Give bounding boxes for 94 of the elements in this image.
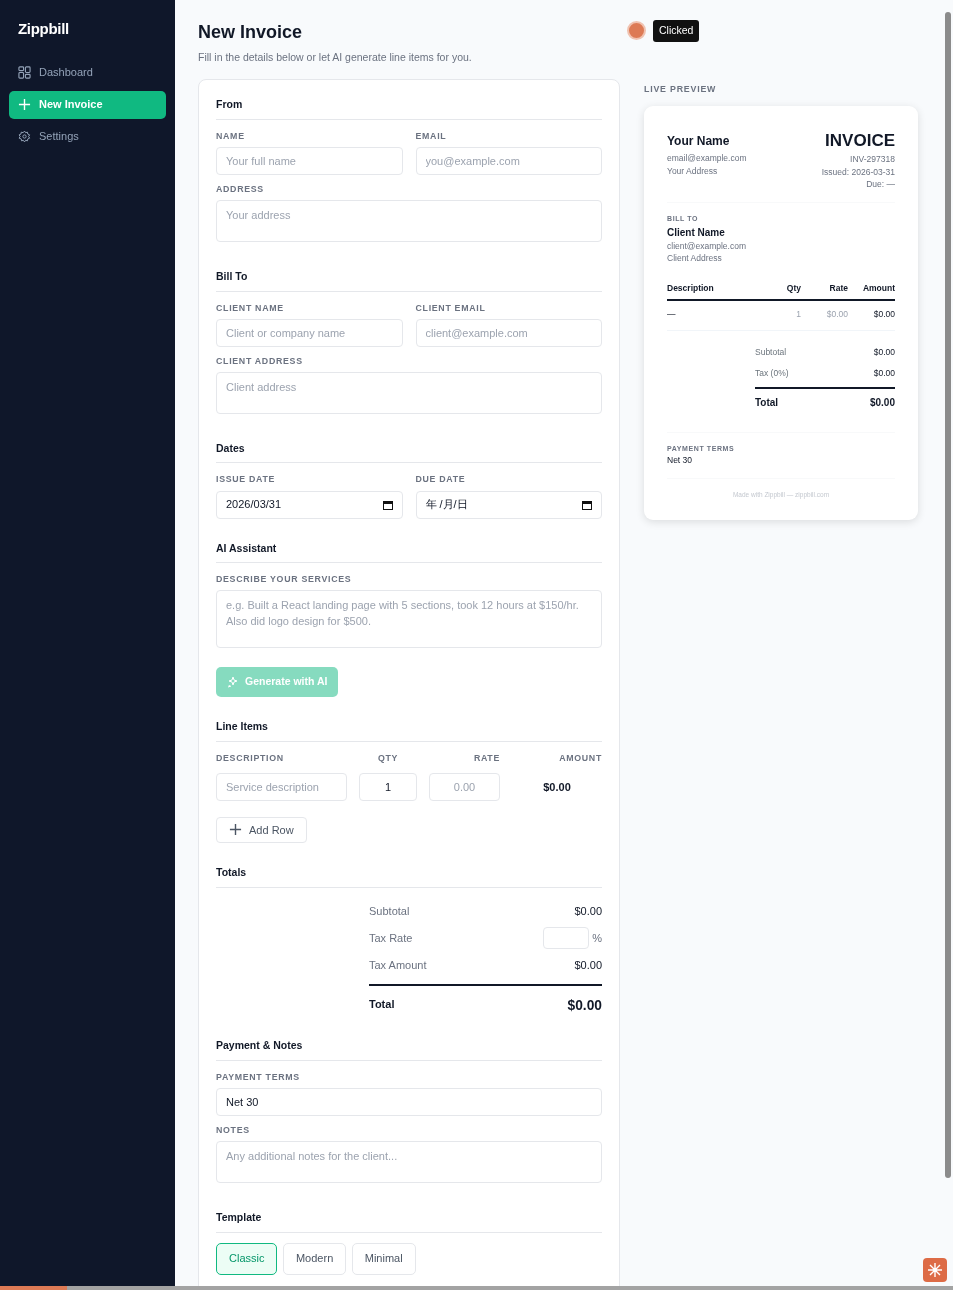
sidebar-item[interactable]: Settings bbox=[9, 122, 166, 151]
field-label: NAME bbox=[216, 130, 246, 144]
total-label: Tax Rate bbox=[369, 930, 413, 946]
scrollbar[interactable] bbox=[67, 1286, 953, 1290]
total-label: Tax Amount bbox=[369, 957, 427, 973]
field-label: CLIENT EMAIL bbox=[415, 301, 487, 315]
field-label: ISSUE DATE bbox=[216, 473, 277, 487]
column-header: Amount bbox=[861, 281, 895, 295]
text-area[interactable]: Any additional notes for the client... bbox=[216, 1141, 602, 1184]
scrollbar[interactable] bbox=[945, 12, 951, 1178]
column-header: AMOUNT bbox=[558, 751, 602, 765]
click-tooltip: Clicked bbox=[653, 20, 700, 42]
calendar-icon[interactable] bbox=[382, 499, 393, 510]
invoice-title: INVOICE bbox=[824, 131, 895, 151]
total-label: Total bbox=[369, 996, 395, 1012]
section-heading: Dates bbox=[216, 440, 602, 464]
issue-date: Issued: 2026-03-31 bbox=[821, 165, 895, 179]
plus-icon bbox=[18, 98, 31, 111]
date-field[interactable]: 年 /月/日 bbox=[415, 490, 602, 519]
field-label: CLIENT NAME bbox=[216, 301, 285, 315]
field-label: EMAIL bbox=[415, 130, 448, 144]
due-date: Due: — bbox=[865, 178, 895, 192]
total-label: Tax (0%) bbox=[755, 366, 789, 380]
section-heading: Line Items bbox=[216, 718, 602, 742]
field-label: DUE DATE bbox=[415, 473, 467, 487]
payment-terms: Net 30 bbox=[667, 454, 694, 467]
invoice-number: INV-297318 bbox=[849, 152, 895, 166]
sender-address: Your Address bbox=[667, 165, 719, 178]
total-label: Total bbox=[755, 395, 779, 410]
template-option[interactable]: Classic bbox=[216, 1242, 278, 1275]
total-value: $0.00 bbox=[873, 346, 895, 359]
table-cell-text: — bbox=[667, 308, 677, 322]
calendar-icon[interactable] bbox=[582, 499, 592, 510]
template-option[interactable]: Modern bbox=[282, 1242, 347, 1275]
section-label: LIVE PREVIEW bbox=[644, 83, 718, 97]
client-address: Client Address bbox=[667, 252, 723, 266]
sender-email: email@example.com bbox=[667, 152, 747, 166]
page-title: New Invoice bbox=[198, 22, 303, 44]
column-header: RATE bbox=[472, 751, 500, 765]
input-field[interactable]: Service description bbox=[216, 772, 347, 801]
total-value: $0.00 bbox=[574, 957, 602, 973]
field-label: NOTES bbox=[216, 1124, 251, 1138]
template-option[interactable]: Minimal bbox=[351, 1242, 416, 1275]
section-heading: Totals bbox=[216, 864, 602, 888]
total-label: Subtotal bbox=[369, 903, 410, 919]
brand-logo: Zippbill bbox=[18, 19, 70, 39]
total-label: Subtotal bbox=[755, 346, 787, 359]
sender-name: Your Name bbox=[667, 132, 731, 150]
input-field[interactable]: Net 30 bbox=[216, 1088, 602, 1117]
unit-label: % bbox=[592, 930, 602, 946]
table-cell-text: 1 bbox=[795, 308, 801, 322]
input-field[interactable]: 0.00 bbox=[429, 772, 500, 801]
amount-text: $0.00 bbox=[542, 779, 572, 795]
table-cell-text: $0.00 bbox=[825, 308, 848, 322]
client-email: client@example.com bbox=[667, 239, 748, 253]
field-label: ADDRESS bbox=[216, 183, 265, 197]
sparkle-icon bbox=[227, 675, 239, 688]
sparkle-icon[interactable] bbox=[923, 1258, 947, 1282]
add-row-button[interactable]: Add Row bbox=[216, 816, 307, 843]
column-header: QTY bbox=[376, 751, 400, 765]
page-subtitle: Fill in the details below or let AI generate line items for you. bbox=[198, 49, 473, 65]
field-label: CLIENT ADDRESS bbox=[216, 354, 304, 368]
text-area[interactable]: Your address bbox=[216, 200, 602, 243]
column-header: Qty bbox=[785, 281, 801, 295]
client-name: Client Name bbox=[667, 225, 726, 240]
table-cell-text: $0.00 bbox=[872, 308, 895, 322]
column-header: Rate bbox=[828, 281, 848, 295]
total-value: $0.00 bbox=[869, 395, 895, 410]
dashboard-icon bbox=[18, 66, 31, 79]
input-field[interactable]: client@example.com bbox=[415, 318, 602, 347]
scroll-thumb[interactable] bbox=[0, 1286, 67, 1290]
field-label: DESCRIBE YOUR SERVICES bbox=[216, 573, 353, 587]
sidebar-item[interactable]: Dashboard bbox=[9, 58, 166, 87]
section-heading: AI Assistant bbox=[216, 540, 602, 564]
input-field[interactable]: 1 bbox=[359, 772, 417, 801]
input-field[interactable]: you@example.com bbox=[415, 147, 602, 176]
date-field[interactable]: 2026/03/31 bbox=[216, 490, 403, 519]
plus-icon bbox=[229, 823, 242, 837]
settings-icon bbox=[18, 130, 31, 143]
total-value: $0.00 bbox=[873, 366, 895, 380]
section-heading: Template bbox=[216, 1209, 602, 1233]
column-header: DESCRIPTION bbox=[216, 751, 285, 765]
section-heading: From bbox=[216, 97, 602, 121]
input-field[interactable]: Your full name bbox=[216, 147, 403, 176]
section-heading: Bill To bbox=[216, 268, 602, 292]
total-value: $0.00 bbox=[567, 996, 602, 1015]
section-heading: Payment & Notes bbox=[216, 1038, 602, 1062]
column-header: Description bbox=[667, 281, 715, 295]
tax-rate-field[interactable] bbox=[543, 927, 590, 950]
click-marker bbox=[627, 21, 646, 41]
field-label: PAYMENT TERMS bbox=[216, 1071, 301, 1085]
total-value: $0.00 bbox=[574, 903, 602, 919]
input-field[interactable]: Client or company name bbox=[216, 318, 403, 347]
text-area[interactable]: Client address bbox=[216, 372, 602, 415]
